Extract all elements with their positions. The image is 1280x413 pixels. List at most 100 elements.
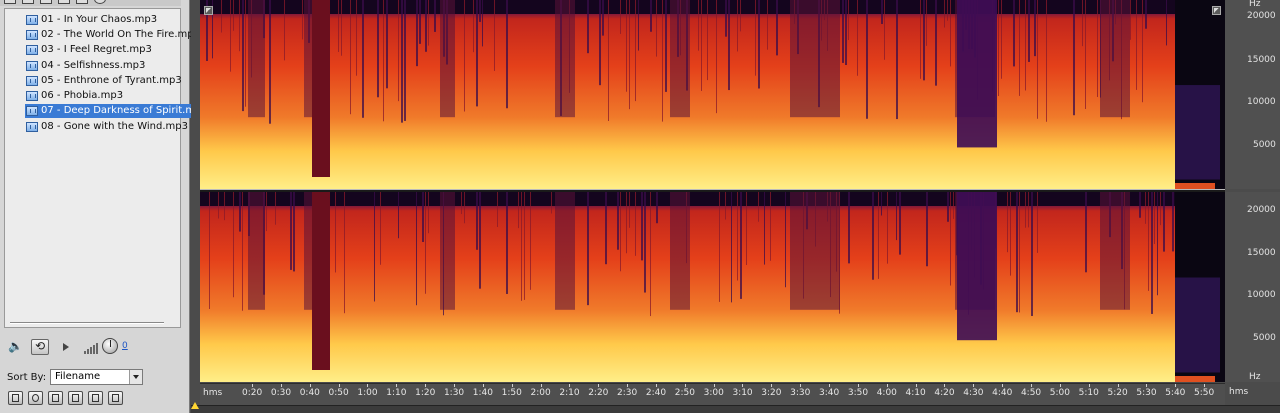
volume-value[interactable]: 0 [122, 341, 128, 351]
spectral-streak [866, 0, 868, 119]
file-name: 08 - Gone with the Wind.mp3 [41, 121, 188, 132]
spectral-streak [506, 0, 508, 109]
time-tick [973, 384, 975, 387]
spectral-streak [1097, 0, 1098, 98]
spectral-streak [947, 0, 948, 21]
list-view-button[interactable] [8, 391, 23, 405]
spectral-streak [848, 0, 849, 41]
chevron-down-icon[interactable] [129, 370, 142, 384]
time-unit-label: hms [203, 388, 223, 398]
spectrogram-ceiling-band [200, 0, 1225, 14]
file-name: 03 - I Feel Regret.mp3 [41, 44, 152, 55]
time-tick [425, 384, 427, 387]
spectral-streak [1157, 192, 1158, 296]
time-tick-label: 2:00 [530, 388, 551, 398]
time-tick [569, 384, 571, 387]
spectral-streak [242, 192, 243, 311]
refresh-icon[interactable] [94, 0, 106, 4]
file-list-item[interactable]: 03 - I Feel Regret.mp3 [25, 43, 154, 57]
open-file-icon[interactable] [4, 0, 16, 4]
cd-icon[interactable] [108, 391, 123, 405]
volume-knob[interactable] [102, 338, 118, 354]
spectral-streak [767, 0, 768, 50]
time-tick-label: 0:30 [270, 388, 292, 398]
insert-icon[interactable] [76, 0, 88, 4]
spectral-streak [641, 192, 643, 261]
spectral-streak [341, 0, 342, 56]
export-icon[interactable] [58, 0, 70, 4]
time-ruler[interactable]: hms 0:20 0:30 0:40 0:50 1:00 1:10 1:20 1:30 1:40 1… [200, 383, 1225, 405]
time-tick-label: 3:00 [703, 388, 724, 398]
spectral-streak [242, 0, 244, 112]
spectrogram-canvas[interactable] [200, 0, 1225, 189]
spectral-streak [1145, 0, 1147, 29]
file-list-item[interactable]: 05 - Enthrone of Tyrant.mp3 [25, 74, 184, 88]
insert-into-multitrack-icon[interactable] [48, 391, 63, 405]
spectral-streak [383, 0, 384, 122]
time-tick [482, 384, 484, 387]
spectral-streak [1151, 192, 1153, 314]
spectrogram-left-channel[interactable] [200, 0, 1225, 189]
file-list-item[interactable]: 04 - Selfishness.mp3 [25, 59, 147, 73]
file-list-item[interactable]: 08 - Gone with the Wind.mp3 [25, 120, 190, 134]
spectral-streak [1028, 0, 1030, 62]
loop-button[interactable] [31, 339, 49, 355]
spectral-streak [494, 0, 495, 71]
horizontal-scrollbar[interactable] [191, 405, 1280, 413]
spectral-streak [1163, 192, 1165, 252]
record-icon[interactable] [28, 391, 43, 405]
spectral-band [1100, 0, 1130, 118]
frequency-unit-label: Hz [1249, 372, 1261, 382]
file-list-item-selected[interactable]: 07 - Deep Darkness of Spirit.mp3 [25, 104, 210, 118]
time-tick [1175, 384, 1177, 387]
time-tick-label: 1:40 [472, 388, 494, 398]
time-tick-label: 4:50 [1020, 388, 1042, 398]
playhead-marker[interactable] [191, 402, 199, 409]
file-list[interactable]: 01 - In Your Chaos.mp3 02 - The World On… [4, 8, 210, 328]
play-button[interactable] [60, 339, 78, 355]
spectral-streak [707, 0, 708, 81]
spectral-streak [848, 192, 850, 264]
time-tick [309, 384, 311, 387]
file-name: 04 - Selfishness.mp3 [41, 60, 146, 71]
time-tick [1002, 384, 1004, 387]
spectral-streak [419, 0, 421, 44]
spectral-streak [770, 192, 771, 261]
spectral-streak [416, 0, 418, 67]
music-note-icon[interactable] [68, 391, 83, 405]
spectral-streak [716, 0, 717, 114]
spectral-streak [1025, 192, 1026, 228]
spectral-streak [374, 192, 375, 302]
spectral-streak [224, 192, 225, 221]
filter-icon[interactable] [88, 391, 103, 405]
close-file-icon[interactable] [22, 0, 34, 4]
import-icon[interactable] [40, 0, 52, 4]
file-browser-panel: 01 - In Your Chaos.mp3 02 - The World On… [0, 0, 210, 413]
spectrogram-canvas[interactable] [200, 192, 1225, 382]
time-tick [886, 384, 888, 387]
spectral-streak [356, 0, 357, 76]
time-tick-label: 5:50 [1194, 388, 1215, 398]
spectrogram-right-channel[interactable] [200, 192, 1225, 382]
time-tick [1088, 384, 1090, 387]
spectral-streak [266, 192, 267, 232]
file-list-item[interactable]: 02 - The World On The Fire.mp3 [25, 28, 202, 42]
sort-dropdown[interactable]: Filename [50, 369, 143, 385]
spectral-streak [1028, 192, 1029, 228]
spectral-streak [1148, 192, 1149, 291]
time-tick-label: 1:30 [443, 388, 465, 398]
spectral-streak [1082, 0, 1083, 47]
file-list-item[interactable]: 06 - Phobia.mp3 [25, 89, 125, 103]
volume-level-icon [84, 342, 100, 354]
speaker-icon[interactable]: 🔈 [8, 339, 26, 355]
time-tick-label: 1:50 [501, 388, 522, 398]
spectral-streak [881, 0, 883, 24]
file-list-item[interactable]: 01 - In Your Chaos.mp3 [25, 13, 159, 27]
spectrogram-fill [200, 0, 1225, 189]
zoom-corner-icon[interactable] [1212, 6, 1221, 15]
time-tick [280, 384, 282, 387]
spectral-streak [230, 0, 231, 72]
audio-file-icon [26, 91, 38, 101]
zoom-corner-icon[interactable] [204, 6, 213, 15]
spectral-band [790, 192, 840, 310]
